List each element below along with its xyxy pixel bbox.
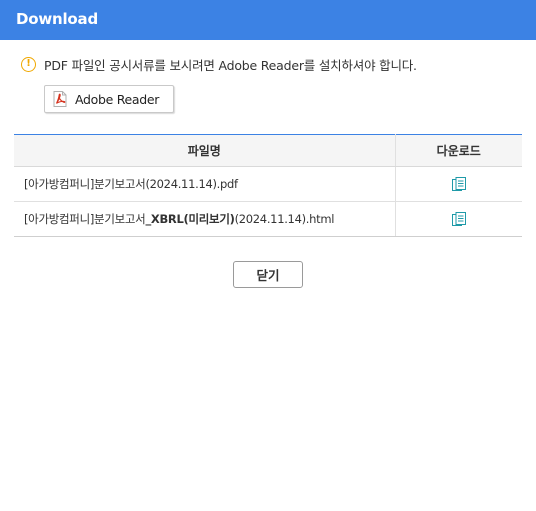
file-name-cell: [아가방컴퍼니]분기보고서(2024.11.14).pdf: [14, 166, 396, 202]
title-bar: Download: [0, 0, 536, 40]
file-table: 파일명 다운로드 [아가방컴퍼니]분기보고서(2024.11.14).pdf […: [14, 134, 522, 237]
reader-notice: ! PDF 파일인 공시서류를 보시려면 Adobe Reader를 설치하셔야…: [21, 55, 417, 73]
file-link-html[interactable]: [아가방컴퍼니]분기보고서_XBRL(미리보기)(2024.11.14).htm…: [24, 212, 334, 226]
adobe-reader-label: Adobe Reader: [75, 91, 160, 107]
table-header-row: 파일명 다운로드: [14, 134, 522, 167]
table-row: [아가방컴퍼니]분기보고서_XBRL(미리보기)(2024.11.14).htm…: [14, 201, 522, 237]
column-header-download: 다운로드: [395, 134, 522, 167]
file-name-suffix: (2024.11.14).html: [234, 212, 335, 226]
pdf-icon: [53, 91, 67, 107]
download-cell: [395, 201, 522, 237]
file-name-prefix: [아가방컴퍼니]분기보고서: [24, 212, 146, 226]
file-name-cell: [아가방컴퍼니]분기보고서_XBRL(미리보기)(2024.11.14).htm…: [14, 201, 396, 237]
download-icon[interactable]: [451, 211, 466, 227]
notice-text: PDF 파일인 공시서류를 보시려면 Adobe Reader를 설치하셔야 합…: [44, 57, 417, 73]
file-name-bold: _XBRL(미리보기): [145, 212, 235, 226]
column-header-filename: 파일명: [14, 134, 396, 167]
file-name-suffix: (2024.11.14).pdf: [145, 177, 238, 191]
warning-icon: !: [21, 56, 36, 72]
adobe-reader-button[interactable]: Adobe Reader: [44, 85, 174, 113]
window-title: Download: [16, 10, 98, 28]
download-cell: [395, 166, 522, 202]
close-button[interactable]: 닫기: [233, 261, 303, 288]
table-row: [아가방컴퍼니]분기보고서(2024.11.14).pdf: [14, 166, 522, 202]
download-icon[interactable]: [451, 176, 466, 192]
file-link-pdf[interactable]: [아가방컴퍼니]분기보고서(2024.11.14).pdf: [24, 177, 238, 191]
file-name-prefix: [아가방컴퍼니]분기보고서: [24, 177, 146, 191]
